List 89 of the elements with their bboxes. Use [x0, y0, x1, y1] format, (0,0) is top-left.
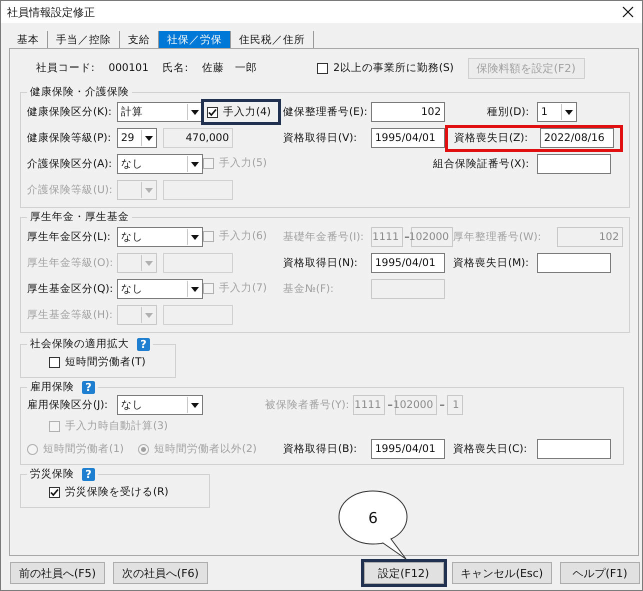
employee-code: 000101	[108, 62, 149, 74]
radio-label: 短時間労働者(1)	[43, 442, 124, 456]
text-field[interactable]	[537, 154, 611, 174]
dropdown[interactable]: 1	[537, 102, 577, 122]
dropdown-arrow-icon	[141, 255, 156, 271]
field-label: 厚生年金区分(L):	[27, 230, 112, 244]
dialog-button[interactable]: 次の社員へ(F6)	[112, 562, 208, 584]
dropdown-arrow-icon	[141, 182, 156, 198]
dropdown-arrow-icon	[187, 281, 202, 297]
dropdown[interactable]: 計算	[117, 102, 203, 122]
checkbox-label: 労災保険を受ける(R)	[65, 485, 168, 499]
dropdown-arrow-icon	[141, 307, 156, 323]
dropdown[interactable]: なし	[117, 154, 203, 174]
text-field[interactable]	[537, 439, 611, 459]
dialog-button[interactable]: 設定(F12)	[364, 562, 444, 584]
dropdown-arrow-icon	[187, 229, 202, 245]
help-icon[interactable]: ?	[82, 380, 95, 394]
employee-name: 佐藤 一郎	[202, 61, 258, 75]
field-label: 健康保険等級(P):	[27, 131, 112, 145]
callout-number: 6	[368, 509, 378, 527]
field-label: 被保険者番号(Y):	[265, 398, 350, 412]
text-field[interactable]: 2022/08/16	[540, 128, 614, 148]
group-title: 雇用保険	[30, 380, 74, 394]
group-title: 労災保険	[30, 467, 74, 481]
text-field[interactable]	[537, 253, 611, 273]
group-title: 健康保険・介護保険	[30, 85, 129, 99]
field-label: 資格取得日(V):	[283, 131, 358, 145]
window-title: 社員情報設定修正	[7, 4, 95, 20]
amount-field: 470,000	[163, 128, 233, 148]
field-label: 氏名:	[162, 61, 188, 75]
tab[interactable]: 手当／控除	[48, 31, 120, 48]
group-title: 社会保険の適用拡大	[30, 337, 129, 351]
field-label: 種別(D):	[487, 105, 529, 119]
field-label: 健康保険区分(K):	[27, 105, 113, 119]
checkbox-label: 手入力(7)	[219, 281, 267, 296]
dash-separator: –	[386, 399, 394, 411]
checkbox-label: 2以上の事業所に勤務(S)	[333, 61, 454, 75]
field-label: 介護保険区分(A):	[27, 157, 113, 171]
field-label: 厚生基金区分(Q):	[27, 282, 114, 296]
field-label: 資格取得日(N):	[283, 256, 359, 270]
field-label: 厚生基金等級(H):	[27, 308, 114, 322]
text-field[interactable]: 102	[371, 102, 445, 122]
field-label: 健保整理番号(E):	[283, 105, 368, 119]
field-label: 社員コード:	[36, 61, 95, 75]
field-label: 雇用保険区分(J):	[27, 398, 109, 412]
dialog-button[interactable]: ヘルプ(F1)	[560, 562, 640, 584]
radio-label: 短時間労働者以外(2)	[154, 442, 257, 456]
dropdown[interactable]: なし	[117, 227, 203, 247]
checkbox-label: 手入力時自動計算(3)	[65, 419, 168, 434]
field-label: 介護保険等級(U):	[27, 183, 114, 197]
dialog-button[interactable]: キャンセル(Esc)	[452, 562, 552, 584]
group-title: 厚生年金・厚生基金	[30, 210, 129, 224]
checkbox[interactable]	[49, 486, 60, 498]
field-label: 組合保険証番号(X):	[433, 158, 529, 170]
checkbox[interactable]	[317, 62, 328, 74]
field-label: 基礎年金番号(I):	[283, 230, 365, 244]
text-field[interactable]: 1995/04/01	[371, 253, 445, 273]
field-label: 資格喪失日(M):	[453, 256, 530, 270]
checkbox-label: 短時間労働者(T)	[65, 355, 146, 369]
dropdown-arrow-icon	[187, 104, 202, 120]
help-icon[interactable]: ?	[82, 468, 95, 480]
field-label: 基金№(F):	[283, 282, 335, 296]
help-icon[interactable]: ?	[137, 338, 150, 350]
dash-separator: –	[403, 231, 410, 243]
dropdown-arrow-icon	[187, 156, 202, 172]
field-label: 資格取得日(B):	[283, 442, 358, 456]
text-field[interactable]: 1995/04/01	[371, 128, 445, 148]
dialog-button[interactable]: 前の社員へ(F5)	[10, 562, 105, 584]
dropdown-arrow-icon	[141, 130, 156, 146]
field-label: 厚年整理番号(W):	[453, 230, 542, 244]
field-label: 厚生年金等級(O):	[27, 256, 114, 270]
dropdown[interactable]: 29	[117, 128, 157, 148]
field-label: 資格喪失日(Z):	[454, 131, 528, 145]
dash-separator: –	[438, 399, 446, 411]
checkbox-label: 手入力(5)	[219, 156, 267, 170]
tab[interactable]: 住民税／住所	[231, 31, 314, 48]
checkbox-label: 手入力(4)	[223, 105, 271, 119]
dropdown-arrow-icon	[187, 397, 202, 413]
tab[interactable]: 社保／労保	[159, 31, 231, 48]
tab[interactable]: 基本	[9, 31, 48, 48]
close-icon[interactable]	[622, 6, 634, 18]
dropdown-arrow-icon	[561, 104, 576, 120]
checkbox[interactable]	[207, 106, 218, 118]
checkbox[interactable]	[49, 356, 60, 368]
field-label: 資格喪失日(C):	[453, 442, 528, 456]
dropdown[interactable]: なし	[117, 279, 203, 299]
checkbox-label: 手入力(6)	[219, 229, 267, 244]
dropdown[interactable]: なし	[117, 395, 203, 415]
text-field[interactable]: 1995/04/01	[371, 439, 445, 459]
